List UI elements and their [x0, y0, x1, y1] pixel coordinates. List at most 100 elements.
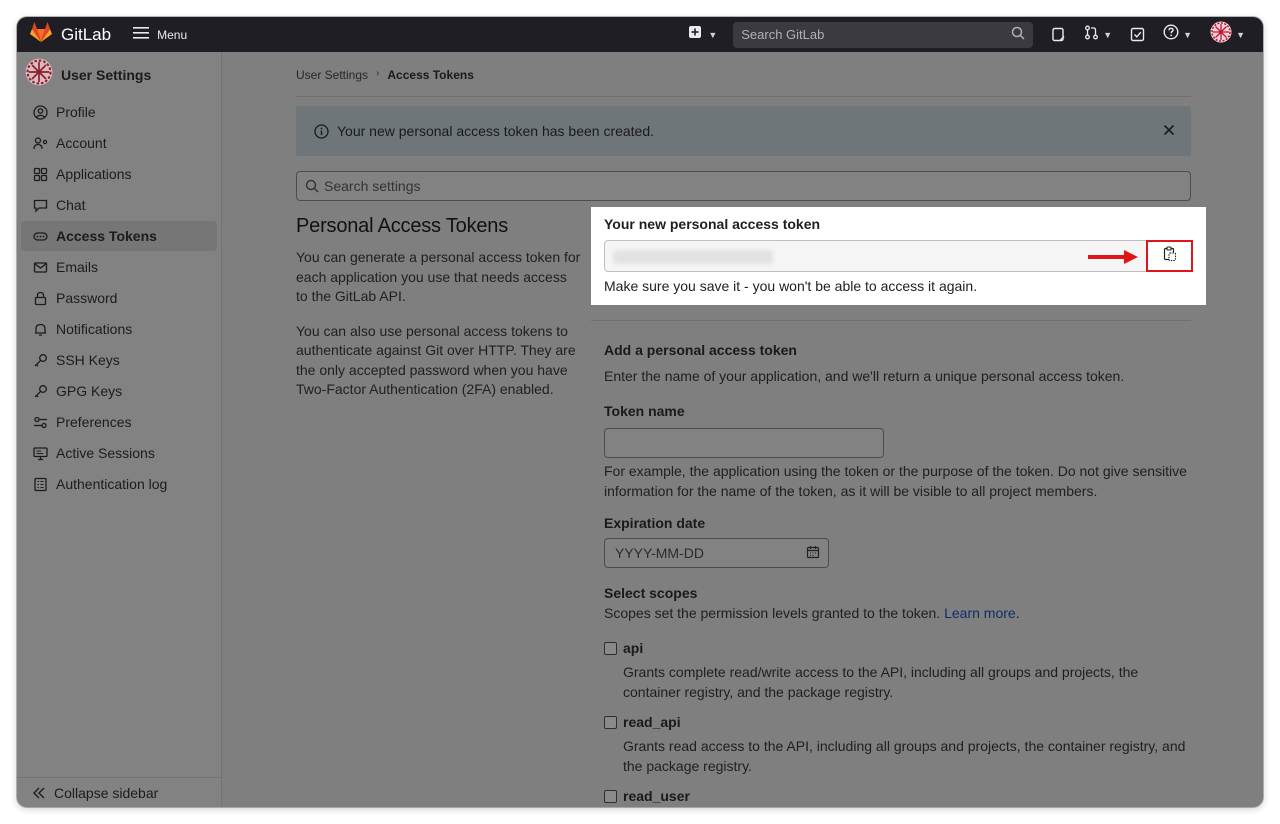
chevron-down-icon: ▼ [1236, 29, 1245, 40]
close-icon[interactable] [1163, 124, 1175, 136]
menu-button[interactable]: Menu [133, 27, 187, 42]
scope-read-user-name: read_user [623, 788, 690, 804]
sidebar-item-preferences[interactable]: Preferences [21, 407, 217, 437]
menu-label: Menu [157, 27, 188, 42]
select-scopes-label: Select scopes [604, 585, 698, 601]
sidebar-item-label: Active Sessions [56, 445, 155, 461]
sidebar-item-chat[interactable]: Chat [21, 190, 217, 220]
global-search-placeholder: Search GitLab [741, 27, 825, 42]
sidebar-item-active-sessions[interactable]: Active Sessions [21, 438, 217, 468]
key-icon [32, 352, 48, 368]
sidebar-item-authentication-log[interactable]: Authentication log [21, 469, 217, 499]
scope-read-api-description: Grants read access to the API, including… [623, 738, 1186, 774]
sidebar-header[interactable]: User Settings [17, 52, 221, 97]
user-menu-dropdown[interactable]: ▼ [1210, 21, 1245, 48]
copy-token-button[interactable] [1146, 240, 1193, 272]
expiration-date-placeholder: YYYY-MM-DD [615, 545, 704, 561]
new-token-note: Make sure you save it - you won't be abl… [604, 278, 978, 294]
monitor-icon [32, 445, 48, 461]
todo-icon[interactable] [1130, 27, 1145, 42]
bell-icon [32, 321, 48, 337]
search-settings-input[interactable]: Search settings [296, 171, 1191, 201]
sidebar-item-notifications[interactable]: Notifications [21, 314, 217, 344]
scopes-help-text: Scopes set the permission levels granted… [604, 605, 941, 621]
collapse-sidebar-label: Collapse sidebar [54, 784, 159, 801]
profile-icon [32, 104, 48, 120]
double-chevron-left-icon [32, 787, 46, 799]
learn-more-link[interactable]: Learn more [944, 605, 1016, 621]
new-token-card: Your new personal access token Make sure… [591, 207, 1206, 305]
sidebar-item-password[interactable]: Password [21, 283, 217, 313]
scope-api-description: Grants complete read/write access to the… [623, 664, 1139, 700]
sidebar-item-emails[interactable]: Emails [21, 252, 217, 282]
search-settings-placeholder: Search settings [324, 178, 421, 194]
form-description: Enter the name of your application, and … [604, 368, 1125, 384]
hamburger-icon [133, 27, 150, 42]
new-token-title: Your new personal access token [604, 216, 821, 232]
brand-name: GitLab [61, 24, 112, 44]
calendar-icon[interactable] [806, 545, 820, 562]
log-icon [32, 476, 48, 492]
sidebar-item-label: Password [56, 290, 118, 306]
sidebar-item-profile[interactable]: Profile [21, 97, 217, 127]
intro-paragraph-1: You can generate a personal access token… [296, 249, 581, 304]
info-icon [314, 123, 329, 139]
chevron-down-icon: ▼ [708, 29, 718, 40]
clipboard-icon [1163, 245, 1177, 267]
issues-icon[interactable] [1051, 27, 1066, 42]
sidebar-item-label: Chat [56, 197, 86, 213]
help-dropdown[interactable]: ▼ [1163, 24, 1192, 45]
sidebar-item-label: GPG Keys [56, 383, 123, 399]
global-search-input[interactable]: Search GitLab [733, 21, 1034, 48]
sidebar-item-label: Preferences [56, 414, 132, 430]
breadcrumb-user-settings[interactable]: User Settings [296, 68, 368, 82]
mail-icon [32, 259, 48, 275]
breadcrumb: User Settings › Access Tokens [296, 68, 1191, 97]
sidebar-item-label: Applications [56, 166, 132, 182]
sidebar-item-label: Access Tokens [56, 228, 157, 244]
gitlab-logo-link[interactable]: GitLab [29, 21, 111, 48]
redacted-token-value [613, 250, 773, 264]
sidebar-item-gpg-keys[interactable]: GPG Keys [21, 376, 217, 406]
chat-icon [32, 197, 48, 213]
intro-section: Personal Access Tokens You can generate … [296, 215, 581, 415]
sidebar-item-applications[interactable]: Applications [21, 159, 217, 189]
plus-square-icon [688, 25, 702, 44]
scope-read-user: read_user [604, 788, 1194, 804]
scope-api: api Grants complete read/write access to… [604, 640, 1194, 702]
chevron-down-icon: ▼ [1103, 29, 1113, 40]
token-icon [32, 228, 48, 244]
scope-read-user-checkbox[interactable] [604, 789, 617, 803]
new-item-dropdown[interactable]: ▼ [688, 25, 717, 44]
sidebar-item-account[interactable]: Account [21, 128, 217, 158]
sidebar-item-ssh-keys[interactable]: SSH Keys [21, 345, 217, 375]
scope-api-checkbox[interactable] [604, 641, 617, 655]
expiration-date-label: Expiration date [604, 515, 706, 531]
merge-requests-dropdown[interactable]: ▼ [1084, 25, 1112, 45]
scope-read-api: read_api Grants read access to the API, … [604, 714, 1194, 776]
success-alert: Your new personal access token has been … [296, 106, 1191, 156]
sidebar-item-access-tokens[interactable]: Access Tokens [21, 221, 217, 251]
sidebar-item-label: Profile [56, 104, 96, 120]
divider [591, 320, 1191, 321]
expiration-date-input[interactable]: YYYY-MM-DD [604, 538, 829, 568]
settings-sidebar: User Settings Profile Account Applicatio… [17, 52, 222, 807]
new-token-field[interactable] [604, 240, 1193, 272]
intro-paragraph-2: You can also use personal access tokens … [296, 322, 576, 398]
sidebar-item-label: Account [56, 135, 107, 151]
alert-message: Your new personal access token has been … [337, 123, 655, 139]
sidebar-item-label: Emails [56, 259, 99, 275]
merge-request-icon [1084, 25, 1099, 45]
scope-read-api-checkbox[interactable] [604, 715, 617, 729]
collapse-sidebar-button[interactable]: Collapse sidebar [17, 777, 221, 807]
token-name-help: For example, the application using the t… [604, 463, 1187, 499]
sidebar-item-label: Notifications [56, 321, 133, 337]
token-name-label: Token name [604, 403, 685, 419]
user-avatar [25, 58, 53, 91]
token-name-input[interactable] [604, 428, 884, 458]
main-content: User Settings › Access Tokens Your new p… [223, 52, 1263, 807]
scopes-help: Scopes set the permission levels granted… [604, 605, 1020, 621]
gitlab-fox-icon [29, 21, 53, 48]
chevron-down-icon: ▼ [1183, 29, 1193, 40]
preferences-icon [32, 414, 48, 430]
